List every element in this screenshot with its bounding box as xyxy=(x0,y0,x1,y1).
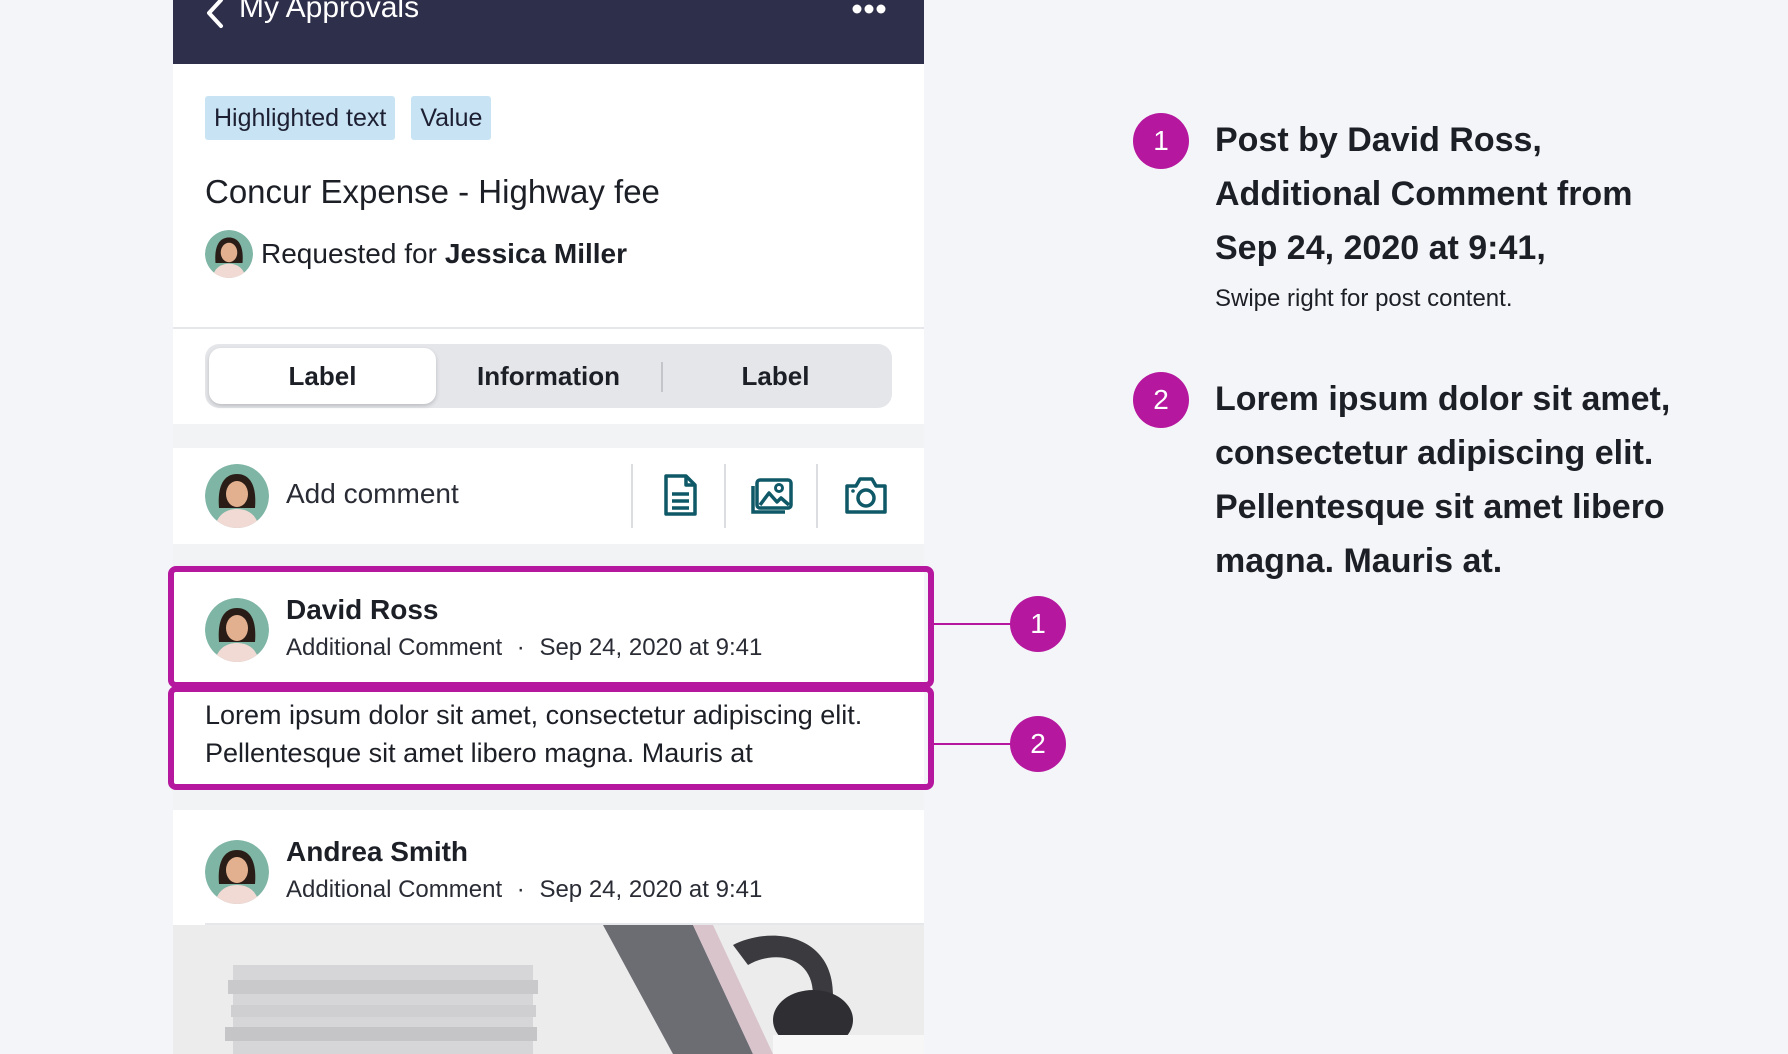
more-options-icon[interactable] xyxy=(852,4,886,14)
toolbar-divider xyxy=(724,464,726,528)
callout-frame-2 xyxy=(168,686,934,790)
camera-icon[interactable] xyxy=(843,472,889,518)
note-badge-1: 1 xyxy=(1133,113,1189,169)
callout-connector-1 xyxy=(932,623,1012,625)
add-comment-input[interactable]: Add comment xyxy=(286,478,459,510)
section-gap xyxy=(173,424,924,448)
callout-connector-2 xyxy=(932,743,1012,745)
chevron-left-icon[interactable] xyxy=(203,0,227,30)
post-author: Andrea Smith xyxy=(286,836,469,867)
post-type: Additional Comment xyxy=(286,876,503,903)
avatar xyxy=(205,840,269,904)
avatar xyxy=(205,230,253,278)
segmented-control: Label Information Label xyxy=(205,344,892,408)
post-meta: Additional Comment · Sep 24, 2020 at 9:4… xyxy=(286,876,762,904)
callout-frame-1 xyxy=(168,566,934,688)
section-gap xyxy=(173,788,924,810)
annotation-note-2: Lorem ipsum dolor sit amet, consectetur … xyxy=(1215,372,1685,588)
divider xyxy=(173,327,924,329)
section-gap xyxy=(173,544,924,568)
note-subtext: Swipe right for post content. xyxy=(1215,285,1513,312)
requested-for: Requested for Jessica Miller xyxy=(205,230,627,278)
requested-prefix: Requested for xyxy=(261,238,437,269)
post-image[interactable] xyxy=(173,925,924,1054)
segment-information[interactable]: Information xyxy=(435,348,662,404)
highlight-tag: Highlighted text xyxy=(205,96,396,140)
avatar xyxy=(205,464,269,528)
post-timestamp: Sep 24, 2020 at 9:41 xyxy=(539,876,763,903)
tag-group: Highlighted text Value xyxy=(205,96,492,140)
add-comment-bar: Add comment xyxy=(173,448,924,544)
record-title: Concur Expense - Highway fee xyxy=(205,173,660,210)
app-header: My Approvals xyxy=(173,0,924,64)
post-andrea-smith[interactable]: Andrea Smith Additional Comment · Sep 24… xyxy=(173,810,924,925)
mobile-screen: My Approvals Highlighted text Value Conc… xyxy=(173,0,924,1054)
callout-badge-2: 2 xyxy=(1010,716,1066,772)
note-text: Post by David Ross, Additional Comment f… xyxy=(1215,121,1633,267)
toolbar-divider xyxy=(816,464,818,528)
note-badge-2: 2 xyxy=(1133,372,1189,428)
segment-label-2[interactable]: Label xyxy=(662,348,889,404)
note-text: Lorem ipsum dolor sit amet, consectetur … xyxy=(1215,380,1671,580)
photo-illustration xyxy=(173,925,924,1054)
toolbar-divider xyxy=(631,464,633,528)
document-icon[interactable] xyxy=(657,472,703,518)
header-title: My Approvals xyxy=(239,0,420,24)
meta-separator: · xyxy=(516,876,525,903)
annotation-note-1: Post by David Ross, Additional Comment f… xyxy=(1215,113,1685,313)
segment-label-1[interactable]: Label xyxy=(209,348,436,404)
image-gallery-icon[interactable] xyxy=(749,472,795,518)
requested-name[interactable]: Jessica Miller xyxy=(445,238,627,270)
callout-badge-1: 1 xyxy=(1010,596,1066,652)
value-tag: Value xyxy=(411,96,492,140)
